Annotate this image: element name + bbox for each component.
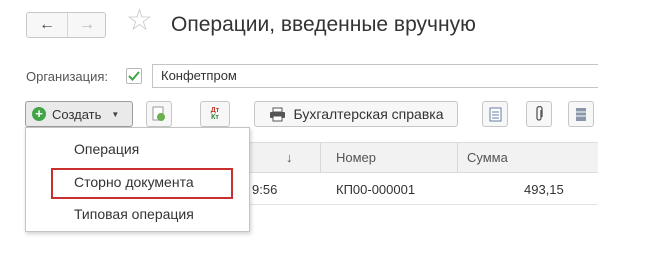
document-list-icon: [489, 107, 501, 121]
cell-date: 9:56: [252, 182, 278, 197]
back-button[interactable]: ←: [27, 13, 68, 37]
forward-button[interactable]: →: [67, 13, 107, 37]
accounting-report-label: Бухгалтерская справка: [293, 106, 444, 122]
column-separator: [457, 143, 458, 173]
table-icon: [576, 107, 586, 121]
list-settings-button[interactable]: [568, 101, 594, 127]
column-header-amount[interactable]: Сумма: [467, 150, 508, 165]
column-header-number[interactable]: Номер: [336, 150, 376, 165]
table-header: ↓ Номер Сумма: [226, 142, 598, 173]
cell-amount: 493,15: [524, 182, 564, 197]
sort-arrow-icon[interactable]: ↓: [286, 150, 293, 165]
copy-document-button[interactable]: [146, 101, 172, 127]
paperclip-icon: [536, 106, 543, 121]
dtkt-icon-bottom: Кт: [211, 114, 219, 121]
dtkt-button[interactable]: Дт Кт: [200, 101, 230, 127]
column-separator: [320, 143, 321, 173]
checkmark-icon: [128, 71, 140, 81]
arrow-right-icon: →: [79, 16, 95, 33]
plus-circle-icon: +: [32, 107, 46, 121]
copy-document-icon: [152, 106, 165, 121]
page-title: Операции, введенные вручную: [171, 13, 476, 36]
document-list-button[interactable]: [482, 101, 508, 127]
table-row[interactable]: 9:56 КП00-000001 493,15: [226, 173, 598, 205]
menu-item-storno[interactable]: Сторно документа: [74, 174, 194, 190]
organization-checkbox[interactable]: [126, 68, 142, 84]
star-icon[interactable]: ☆: [126, 6, 153, 36]
menu-item-typical-operation[interactable]: Типовая операция: [74, 206, 194, 222]
printer-icon: [269, 107, 285, 121]
caret-down-icon: ▼: [111, 109, 120, 119]
dtkt-icon-top: Дт: [210, 107, 220, 114]
history-nav: ← →: [26, 12, 106, 38]
arrow-left-icon: ←: [39, 16, 55, 33]
attach-file-button[interactable]: [526, 101, 552, 127]
create-button-label: Создать: [52, 106, 102, 122]
cell-number: КП00-000001: [336, 182, 416, 197]
organization-label: Организация:: [26, 69, 109, 84]
accounting-report-button[interactable]: Бухгалтерская справка: [254, 101, 458, 127]
create-button[interactable]: + Создать ▼: [25, 101, 133, 127]
menu-item-operation[interactable]: Операция: [74, 141, 139, 157]
organization-field[interactable]: Конфетпром: [152, 64, 598, 88]
create-dropdown-menu: Операция Сторно документа Типовая операц…: [25, 127, 250, 232]
